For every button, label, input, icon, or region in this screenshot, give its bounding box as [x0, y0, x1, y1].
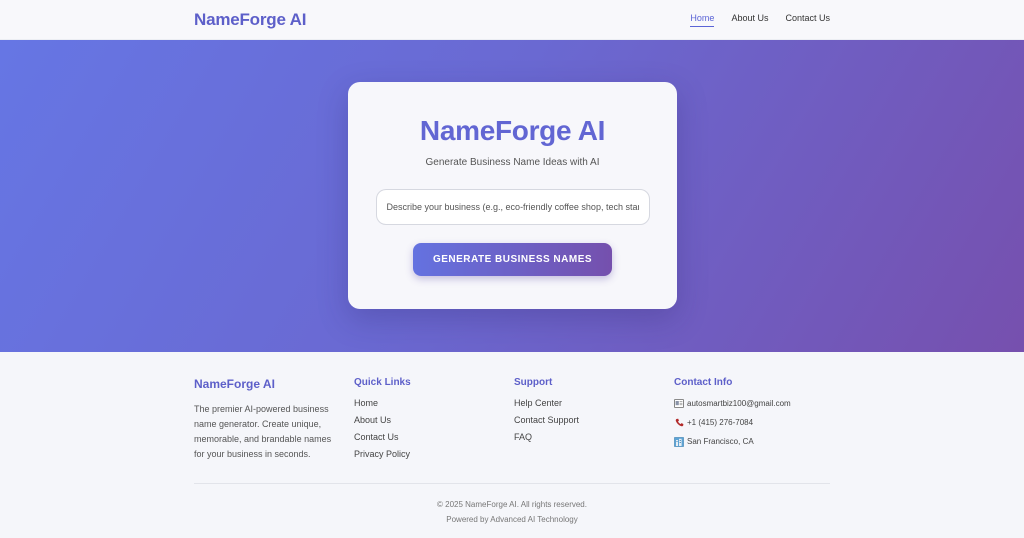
generator-card: NameForge AI Generate Business Name Idea…	[348, 82, 677, 309]
quick-links-title: Quick Links	[354, 377, 411, 388]
quick-links-list: Home About Us Contact Us Privacy Policy	[354, 398, 514, 460]
brand-logo[interactable]: NameForge AI	[194, 10, 306, 30]
footer-brand-column: NameForge AI The premier AI-powered busi…	[194, 377, 354, 466]
footer-link-home[interactable]: Home	[354, 398, 378, 408]
contact-email: autosmartbiz100@gmail.com	[674, 398, 834, 409]
list-item: Home	[354, 398, 514, 409]
footer-link-contact[interactable]: Contact Us	[354, 432, 399, 442]
generate-button[interactable]: GENERATE BUSINESS NAMES	[413, 243, 612, 276]
contact-email-text[interactable]: autosmartbiz100@gmail.com	[687, 399, 791, 408]
list-item: Contact Us	[354, 432, 514, 443]
footer-link-about[interactable]: About Us	[354, 415, 391, 425]
contact-info-title: Contact Info	[674, 377, 733, 388]
list-item: Help Center	[514, 398, 674, 409]
card-title: NameForge AI	[419, 115, 606, 146]
email-icon	[674, 399, 684, 409]
business-description-input[interactable]	[375, 189, 650, 225]
copyright-text: © 2025 NameForge AI. All rights reserved…	[437, 500, 587, 509]
list-item: Contact Support	[514, 415, 674, 426]
footer-link-help-center[interactable]: Help Center	[514, 398, 562, 408]
footer-brand-title: NameForge AI	[194, 377, 275, 391]
footer: NameForge AI The premier AI-powered busi…	[0, 352, 1024, 538]
support-list: Help Center Contact Support FAQ	[514, 398, 674, 443]
footer-columns: NameForge AI The premier AI-powered busi…	[194, 377, 834, 466]
card-subtitle: Generate Business Name Ideas with AI	[425, 157, 600, 168]
footer-divider	[194, 483, 830, 484]
footer-link-privacy[interactable]: Privacy Policy	[354, 449, 410, 459]
phone-icon	[674, 418, 684, 428]
list-item: Privacy Policy	[354, 449, 514, 460]
footer-quick-links-column: Quick Links Home About Us Contact Us Pri…	[354, 377, 514, 466]
list-item: FAQ	[514, 432, 674, 443]
hero-section: NameForge AI Generate Business Name Idea…	[0, 40, 1024, 352]
contact-phone: +1 (415) 276-7084	[674, 417, 834, 428]
contact-location-text: San Francisco, CA	[687, 437, 754, 446]
nav-link-home[interactable]: Home	[690, 13, 715, 27]
footer-brand-description: The premier AI-powered business name gen…	[194, 404, 332, 459]
nav-link-contact[interactable]: Contact Us	[785, 13, 830, 26]
support-title: Support	[514, 377, 553, 388]
footer-support-column: Support Help Center Contact Support FAQ	[514, 377, 674, 466]
contact-location: San Francisco, CA	[674, 436, 834, 447]
footer-link-contact-support[interactable]: Contact Support	[514, 415, 579, 425]
list-item: About Us	[354, 415, 514, 426]
navbar: NameForge AI Home About Us Contact Us	[0, 0, 1024, 40]
footer-contact-column: Contact Info autosmartbiz100@gmail.com +…	[674, 377, 834, 466]
powered-by-text: Powered by Advanced AI Technology	[446, 515, 578, 524]
contact-phone-text[interactable]: +1 (415) 276-7084	[687, 418, 753, 427]
location-icon	[674, 436, 684, 447]
nav-links: Home About Us Contact Us	[690, 13, 830, 27]
footer-link-faq[interactable]: FAQ	[514, 432, 532, 442]
nav-link-about[interactable]: About Us	[731, 13, 768, 26]
